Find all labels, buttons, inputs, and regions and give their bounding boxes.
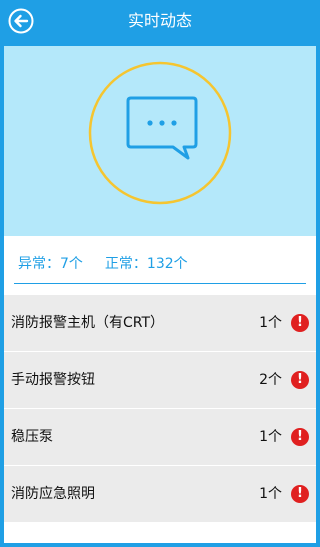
summary-text: 异常：7个 正常：132个 [18, 253, 188, 273]
alert-icon: ! [291, 428, 309, 446]
alert-icon: ! [291, 314, 309, 332]
item-count: 1个 [259, 429, 282, 445]
hero-graphic [88, 61, 232, 205]
device-list: 消防报警主机（有CRT） 1个 ! 手动报警按钮 2个 ! 稳压泵 1个 ! 消… [4, 294, 316, 522]
status-panel: 异常：7个 正常：132个 消防报警主机（有CRT） 1个 ! 手动报警按钮 2个… [4, 46, 316, 543]
item-name: 消防应急照明 [11, 486, 95, 502]
divider [14, 283, 306, 284]
list-item[interactable]: 消防报警主机（有CRT） 1个 ! [4, 294, 316, 351]
list-item[interactable]: 手动报警按钮 2个 ! [4, 351, 316, 408]
normal-label: 正常： [104, 256, 147, 272]
chat-bubble-icon [126, 96, 198, 160]
top-bar: 实时动态 [0, 0, 320, 42]
item-name: 消防报警主机（有CRT） [11, 315, 165, 331]
list-item[interactable]: 稳压泵 1个 ! [4, 408, 316, 465]
item-count: 1个 [259, 486, 282, 502]
status-summary: 异常：7个 正常：132个 [4, 236, 316, 294]
page-title: 实时动态 [127, 11, 192, 30]
normal-count: 132个 [146, 256, 188, 272]
ring-decoration [88, 61, 232, 205]
item-name: 稳压泵 [11, 429, 53, 445]
alert-icon: ! [291, 485, 309, 503]
hero-banner [4, 46, 316, 236]
alert-icon: ! [291, 371, 309, 389]
list-item[interactable]: 消防应急照明 1个 ! [4, 465, 316, 522]
item-count: 1个 [259, 315, 282, 331]
item-count: 2个 [259, 372, 282, 388]
item-name: 手动报警按钮 [11, 372, 95, 388]
abnormal-count: 7个 [60, 256, 83, 272]
abnormal-label: 异常： [18, 256, 60, 272]
